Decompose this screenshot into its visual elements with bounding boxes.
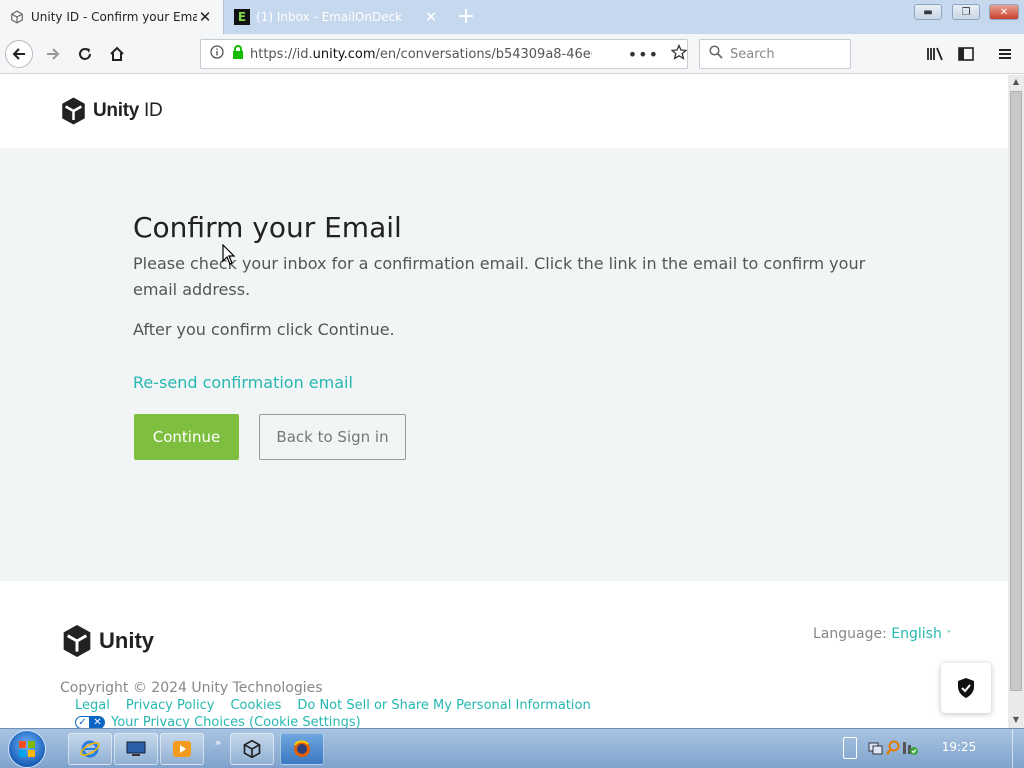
unity-logo-icon [62, 97, 85, 125]
tray-overflow-button[interactable] [843, 737, 857, 759]
unity-footer-logo[interactable]: Unity [61, 623, 154, 659]
cookies-link[interactable]: Cookies [230, 698, 281, 713]
unity-hub-task-button[interactable] [230, 733, 274, 765]
mouse-cursor-icon [222, 243, 236, 270]
minimize-button[interactable]: ▬ [914, 4, 942, 20]
privacy-choices-link[interactable]: ✓ ✕ Your Privacy Choices (Cookie Settings… [75, 715, 361, 728]
hamburger-icon [999, 49, 1011, 59]
quicklaunch-overflow-icon[interactable]: » [207, 731, 229, 753]
tab-strip: Unity ID - Confirm your Email ✕ E (1) In… [0, 0, 1024, 34]
show-desktop-quicklaunch-button[interactable] [114, 733, 158, 765]
tab-title: Unity ID - Confirm your Email [31, 10, 197, 24]
tab-unity-confirm[interactable]: Unity ID - Confirm your Email ✕ [0, 0, 224, 34]
security-status-icon[interactable] [899, 737, 921, 759]
sidebar-toggle-button[interactable] [952, 40, 980, 68]
internet-explorer-button[interactable] [68, 733, 112, 765]
site-footer: Unity Language: English ˅ Copyright © 20… [0, 581, 1008, 728]
continue-button[interactable]: Continue [134, 414, 239, 460]
navigation-toolbar: https://id.unity.com/en/conversations/b5… [0, 34, 1024, 74]
desktop-icon [126, 741, 146, 756]
privacy-choices-text: Your Privacy Choices (Cookie Settings) [111, 715, 361, 728]
tab-title: (1) Inbox - EmailOnDeck [256, 10, 403, 24]
resend-email-link[interactable]: Re-send confirmation email [133, 373, 353, 392]
confirm-email-section: Confirm your Email Please check your inb… [0, 148, 1008, 581]
search-box[interactable]: Search [699, 39, 851, 69]
forward-button[interactable] [39, 40, 67, 68]
firefox-task-button[interactable] [280, 733, 324, 765]
chevron-down-icon[interactable]: ˅ [946, 630, 951, 641]
unity-cube-icon [9, 9, 25, 25]
address-bar[interactable]: https://id.unity.com/en/conversations/b5… [200, 39, 688, 69]
back-to-sign-in-button[interactable]: Back to Sign in [259, 414, 406, 460]
logo-text: Unity [99, 628, 154, 653]
do-not-sell-link[interactable]: Do Not Sell or Share My Personal Informa… [297, 698, 590, 713]
menu-button[interactable] [991, 40, 1019, 68]
page-viewport: Unity ID Confirm your Email Please check… [0, 75, 1008, 728]
lock-icon [232, 45, 244, 63]
unity-cube-icon [243, 739, 261, 759]
sidebar-icon [958, 47, 974, 61]
windows-taskbar: » 19:25 [0, 728, 1024, 768]
internet-explorer-icon [80, 740, 100, 758]
scroll-down-icon[interactable]: ▼ [1008, 713, 1024, 727]
copyright-text: Copyright © 2024 Unity Technologies [60, 680, 323, 696]
arrow-left-icon [12, 48, 25, 60]
page-title: Confirm your Email [133, 211, 402, 244]
media-player-icon [173, 741, 191, 757]
tab-emailondeck[interactable]: E (1) Inbox - EmailOnDeck ✕ [225, 0, 449, 34]
privacy-policy-link[interactable]: Privacy Policy [126, 698, 215, 713]
shield-check-icon [958, 678, 974, 698]
reload-button[interactable] [71, 40, 99, 68]
maximize-button[interactable]: ❐ [952, 4, 980, 20]
scrollbar-thumb[interactable] [1010, 91, 1022, 691]
close-window-button[interactable]: ✕ [989, 4, 1019, 20]
site-header: Unity ID [0, 75, 1008, 148]
footer-links: Legal Privacy Policy Cookies Do Not Sell… [75, 698, 591, 713]
arrow-right-icon [47, 48, 60, 60]
emailondeck-icon: E [234, 9, 250, 25]
library-icon [927, 47, 943, 61]
info-icon[interactable] [210, 45, 224, 63]
reload-icon [79, 48, 91, 60]
logo-text-bold: Unity [93, 100, 140, 121]
instruction-text: Please check your inbox for a confirmati… [133, 254, 866, 299]
language-value[interactable]: English [891, 626, 942, 642]
home-button[interactable] [103, 40, 131, 68]
legal-link[interactable]: Legal [75, 698, 110, 713]
privacy-options-icon: ✓ ✕ [75, 716, 105, 728]
logo-text-id: ID [139, 100, 163, 121]
home-icon [110, 46, 124, 61]
show-desktop-button[interactable] [1012, 729, 1024, 768]
search-icon [709, 45, 723, 63]
close-tab-icon[interactable]: ✕ [423, 8, 439, 26]
close-tab-icon[interactable]: ✕ [197, 8, 213, 26]
unity-logo-icon [63, 625, 91, 657]
new-tab-button[interactable]: + [455, 3, 477, 31]
back-button[interactable] [5, 40, 33, 68]
search-placeholder: Search [730, 46, 775, 62]
windows-logo-icon [19, 741, 35, 757]
bookmark-star-icon[interactable] [670, 43, 688, 64]
firefox-icon [294, 740, 310, 757]
media-player-button[interactable] [160, 733, 204, 765]
taskbar-clock[interactable]: 19:25 [936, 740, 982, 754]
start-button[interactable] [8, 730, 46, 768]
page-actions-icon[interactable]: ••• [628, 45, 659, 64]
library-button[interactable] [921, 40, 949, 68]
security-shield-button[interactable] [941, 663, 991, 713]
url-text[interactable]: https://id.unity.com/en/conversations/b5… [250, 47, 592, 62]
language-label: Language: [813, 626, 892, 642]
language-selector[interactable]: Language: English ˅ [813, 626, 951, 642]
scroll-up-icon[interactable]: ▲ [1008, 75, 1024, 89]
continue-hint-text: After you confirm click Continue. [133, 320, 395, 339]
unity-id-logo[interactable]: Unity ID [60, 96, 163, 126]
vertical-scrollbar[interactable]: ▲ ▼ [1008, 75, 1024, 728]
